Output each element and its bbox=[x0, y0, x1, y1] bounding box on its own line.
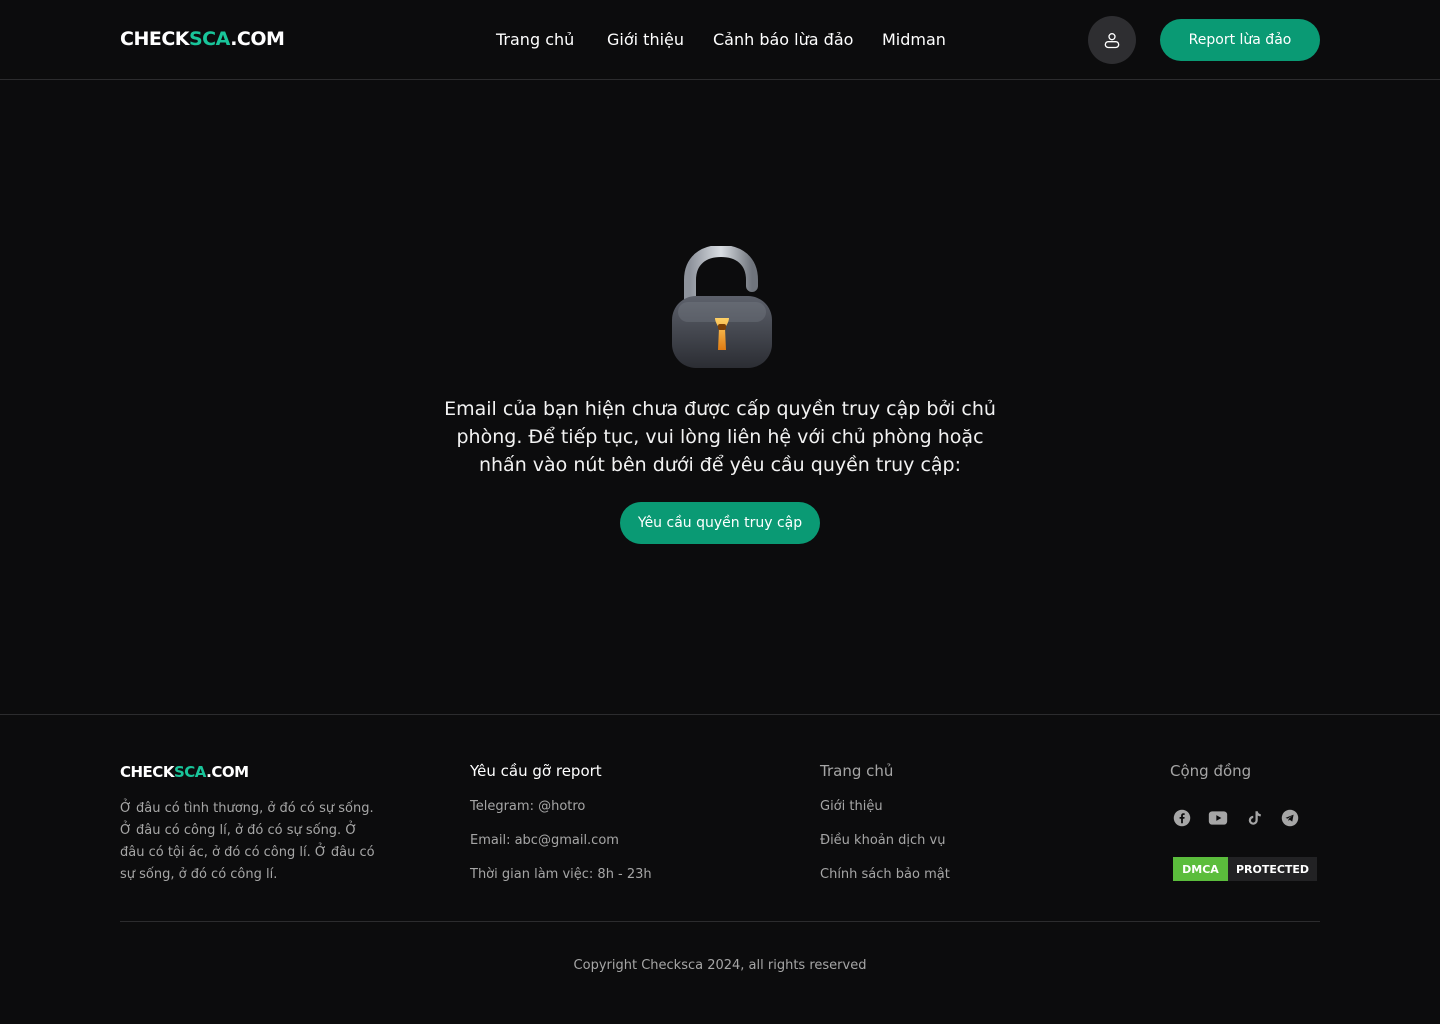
copyright-text: Copyright Checksca 2024, all rights rese… bbox=[573, 958, 867, 973]
footer-description: Ở đâu có tình thương, ở đó có sự sống. Ở… bbox=[120, 801, 375, 882]
logo-accent: SCA bbox=[189, 28, 231, 50]
nav-home[interactable]: Trang chủ bbox=[496, 30, 574, 49]
footer-link-home[interactable]: Trang chủ bbox=[820, 762, 950, 784]
user-account-button[interactable] bbox=[1088, 16, 1136, 64]
site-header: CHECKSCA.COM Trang chủ Giới thiệu Cảnh b… bbox=[0, 0, 1440, 80]
dmca-protected-badge[interactable]: DMCA PROTECTED bbox=[1173, 857, 1317, 881]
facebook-icon[interactable] bbox=[1172, 808, 1192, 828]
logo-main: CHECK bbox=[120, 28, 190, 50]
tiktok-icon[interactable] bbox=[1244, 808, 1264, 828]
footer-community-title: Cộng đồng bbox=[1170, 762, 1252, 780]
footer-logo[interactable]: CHECKSCA.COM bbox=[120, 763, 249, 781]
dmca-badge-right: PROTECTED bbox=[1228, 857, 1317, 881]
report-scam-button[interactable]: Report lừa đảo bbox=[1160, 19, 1320, 61]
social-links bbox=[1172, 808, 1300, 828]
footer-link-privacy[interactable]: Chính sách bảo mật bbox=[820, 864, 950, 886]
site-logo[interactable]: CHECKSCA.COM bbox=[120, 28, 285, 50]
lock-icon bbox=[664, 244, 776, 374]
telegram-icon[interactable] bbox=[1280, 808, 1300, 828]
user-icon bbox=[1104, 33, 1120, 49]
access-denied-message: Email của bạn hiện chưa được cấp quyền t… bbox=[444, 398, 996, 476]
nav-midman[interactable]: Midman bbox=[882, 30, 946, 49]
logo-suffix: .COM bbox=[230, 28, 285, 50]
footer-telegram-contact[interactable]: Telegram: @hotro bbox=[470, 796, 652, 818]
footer-working-hours: Thời gian làm việc: 8h - 23h bbox=[470, 867, 652, 882]
youtube-icon[interactable] bbox=[1208, 808, 1228, 828]
footer-column-community: Cộng đồng bbox=[1170, 762, 1251, 784]
footer-logo-suffix: .COM bbox=[206, 763, 249, 781]
footer-link-terms[interactable]: Điều khoản dịch vụ bbox=[820, 830, 950, 852]
footer-email-contact[interactable]: Email: abc@gmail.com bbox=[470, 830, 652, 852]
footer-column-title: Yêu cầu gỡ report bbox=[470, 762, 602, 780]
nav-scam-warning[interactable]: Cảnh báo lừa đảo bbox=[713, 30, 853, 49]
footer-bottom-divider bbox=[120, 921, 1320, 922]
dmca-badge-left: DMCA bbox=[1173, 857, 1228, 881]
footer-link-about[interactable]: Giới thiệu bbox=[820, 796, 950, 818]
footer-column-links: Trang chủ Giới thiệu Điều khoản dịch vụ … bbox=[820, 762, 950, 886]
request-access-button[interactable]: Yêu cầu quyền truy cập bbox=[620, 502, 820, 544]
footer-divider bbox=[0, 714, 1440, 715]
footer-logo-accent: SCA bbox=[173, 763, 207, 781]
footer-column-report-removal: Yêu cầu gỡ report Telegram: @hotro Email… bbox=[470, 762, 652, 886]
footer-logo-main: CHECK bbox=[120, 763, 174, 781]
nav-about[interactable]: Giới thiệu bbox=[607, 30, 684, 49]
